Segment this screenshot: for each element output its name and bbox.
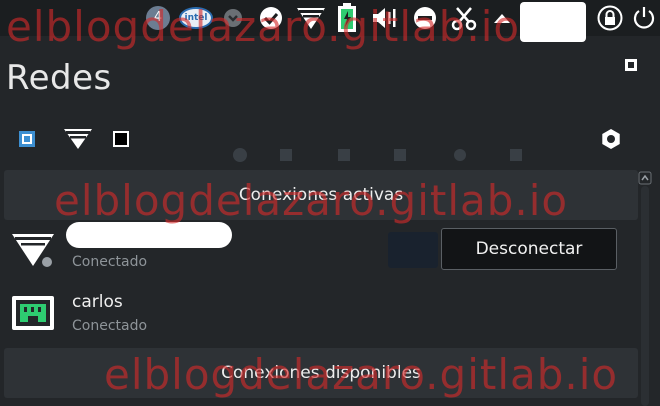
wifi-disconnected-icon	[10, 228, 56, 270]
connection-status: Conectado	[72, 318, 148, 334]
expand-tray-icon[interactable]	[490, 4, 514, 32]
scroll-up-arrow-icon[interactable]	[638, 170, 652, 185]
airplane-mode-checkbox[interactable]	[110, 128, 132, 150]
wired-network-icon	[10, 292, 56, 334]
connection-name: carlos	[72, 292, 123, 312]
scissors-icon[interactable]	[450, 4, 478, 32]
updates-icon[interactable]	[220, 4, 246, 32]
settings-icon[interactable]	[600, 128, 622, 150]
active-connections-title: Conexiones activas	[238, 185, 404, 205]
volume-icon[interactable]	[370, 4, 400, 32]
power-icon[interactable]	[630, 4, 658, 32]
network-toggle-checkbox[interactable]	[16, 128, 38, 150]
wifi-tray-icon[interactable]	[294, 4, 328, 32]
disconnect-button[interactable]: Desconectar	[441, 228, 617, 270]
connection-row-wired[interactable]: carlos Conectado	[0, 286, 636, 342]
available-connections-title: Conexiones disponibles	[221, 363, 421, 383]
page-title: Redes	[6, 58, 112, 98]
background-toolbar-shadow	[228, 146, 528, 164]
notifications-tray[interactable]: 4	[144, 4, 172, 32]
lock-screen-icon[interactable]	[596, 4, 624, 32]
clock-area[interactable]	[520, 2, 586, 42]
wifi-toggle-icon[interactable]	[62, 128, 94, 150]
background-shadow-button	[388, 232, 438, 268]
battery-icon[interactable]	[334, 3, 360, 32]
available-connections-header: Conexiones disponibles	[4, 348, 638, 398]
scroll-track[interactable]	[641, 186, 649, 406]
pin-popup-icon[interactable]	[624, 57, 638, 71]
redacted-network-name	[66, 222, 232, 248]
connection-status: Conectado	[72, 254, 148, 270]
active-connections-header: Conexiones activas	[4, 170, 638, 220]
top-panel: 4 intel	[0, 0, 660, 42]
notification-count-badge: 4	[146, 6, 170, 30]
checkmark-icon[interactable]	[258, 4, 284, 32]
scrollbar[interactable]	[638, 170, 652, 406]
intel-icon[interactable]: intel	[178, 4, 214, 32]
no-entry-icon[interactable]	[412, 4, 438, 32]
